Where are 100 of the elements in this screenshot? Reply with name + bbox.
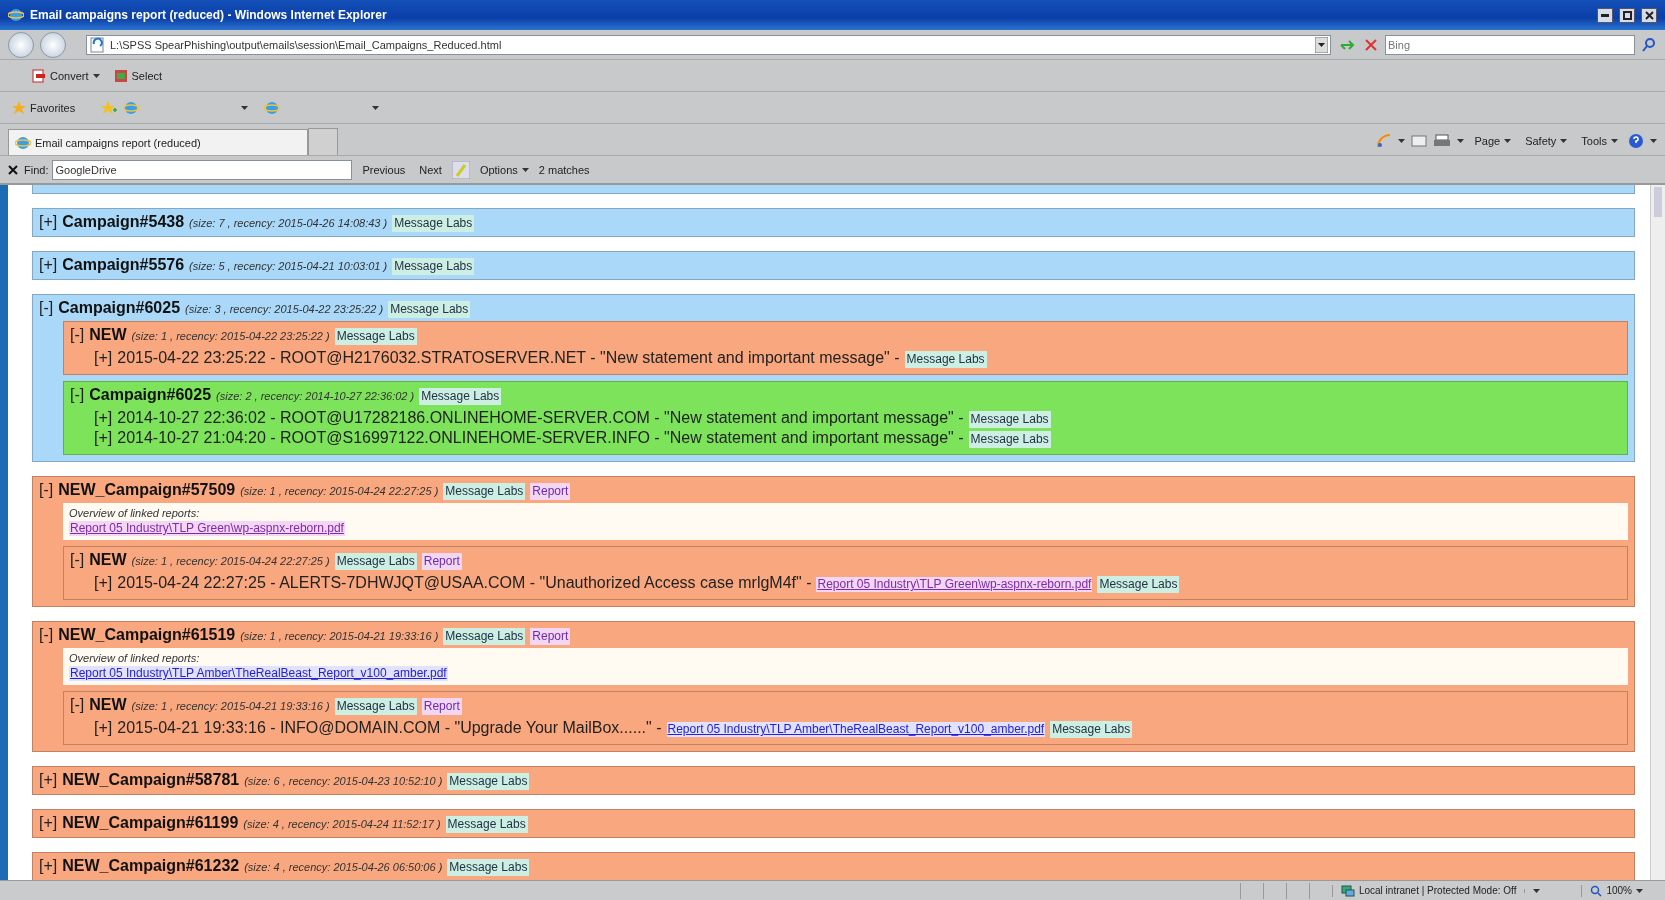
find-button[interactable]: Previous <box>358 161 410 178</box>
expand-toggle[interactable]: [-] <box>70 385 85 405</box>
scrollbar[interactable] <box>1650 185 1665 880</box>
campaign-meta: (size: 4 , recency: 2015-04-24 11:52:17 ) <box>243 817 441 832</box>
options-button[interactable]: Options <box>475 161 533 178</box>
find-field[interactable]: GoogleDrive <box>52 159 353 180</box>
toolbar-button[interactable]: Select <box>109 66 167 85</box>
minimize-button[interactable] <box>1597 7 1613 23</box>
source-tag[interactable]: Report <box>530 483 571 500</box>
source-tag[interactable]: Message Labs <box>392 258 475 275</box>
expand-toggle[interactable]: [+] <box>94 718 113 737</box>
expand-toggle[interactable]: [+] <box>94 408 113 427</box>
message-line: 2014-10-27 22:36:02 - ROOT@U17282186.ONLINEHOME-SERVER.COM - "New statement and important message" - <box>117 408 964 427</box>
globe-icon <box>8 7 24 23</box>
expand-toggle[interactable]: [-] <box>70 550 85 570</box>
source-tag[interactable]: Message Labs <box>447 859 530 876</box>
caret-icon <box>1611 139 1618 143</box>
source-tag[interactable]: Report <box>421 553 462 570</box>
source-tag[interactable]: Message Labs <box>419 388 502 405</box>
caret-icon <box>1636 888 1643 893</box>
campaign-meta: (size: 4 , recency: 2015-04-26 06:50:06 ) <box>244 860 443 875</box>
source-tag[interactable]: Message Labs <box>445 816 528 833</box>
report-link[interactable]: Report 05 Industry\TLP Green\wp-aspnx-reborn.pdf <box>69 521 345 536</box>
new-tab-button[interactable] <box>308 128 338 155</box>
stop-icon[interactable] <box>1363 36 1379 53</box>
caret-icon <box>1457 139 1465 143</box>
message-line: 2015-04-21 19:33:16 - INFO@DOMAIN.COM - "Upgrade Your MailBox......" - <box>117 718 662 737</box>
zoom-button[interactable]: 100% <box>1581 884 1651 897</box>
message-line: 2015-04-22 23:25:22 - ROOT@H2176032.STRATOSERVER.NET - "New statement and important message" - <box>117 348 900 367</box>
caret-icon <box>372 105 380 110</box>
menu-button[interactable]: Tools <box>1577 133 1622 149</box>
dropdown-icon[interactable] <box>1315 36 1328 53</box>
expand-toggle[interactable]: [+] <box>39 770 58 790</box>
toolbar-button[interactable]: Convert <box>28 66 104 85</box>
page-icon <box>89 36 105 53</box>
source-tag[interactable]: Message Labs <box>334 553 417 570</box>
campaign-name: Campaign#5576 <box>62 255 185 275</box>
source-tag[interactable]: Report <box>530 628 571 645</box>
minimize-icon <box>1601 13 1609 17</box>
campaign-name: Campaign#6025 <box>58 298 181 318</box>
source-tag[interactable]: Message Labs <box>968 411 1051 428</box>
expand-toggle[interactable]: [+] <box>94 428 113 447</box>
source-tag[interactable]: Message Labs <box>443 628 526 645</box>
source-tag[interactable]: Message Labs <box>904 351 987 368</box>
source-tag[interactable]: Message Labs <box>392 215 475 232</box>
expand-toggle[interactable]: [-] <box>39 480 54 500</box>
find-label: Find: <box>24 163 49 176</box>
source-tag[interactable]: Message Labs <box>334 698 417 715</box>
source-tag[interactable]: Message Labs <box>388 301 471 318</box>
expand-toggle[interactable]: [-] <box>70 325 85 345</box>
campaign-meta: (size: 1 , recency: 2015-04-24 22:27:25 ) <box>240 484 439 499</box>
close-button[interactable] <box>1641 7 1657 23</box>
star-icon[interactable] <box>101 100 118 115</box>
document-icon <box>32 68 46 83</box>
source-tag[interactable]: Message Labs <box>334 328 417 345</box>
source-tag[interactable]: Report <box>421 698 462 715</box>
caret-icon <box>1560 139 1568 143</box>
source-tag[interactable]: Message Labs <box>968 431 1051 448</box>
expand-toggle[interactable]: [+] <box>39 856 58 876</box>
expand-toggle[interactable]: [-] <box>39 625 54 645</box>
search-field[interactable]: Bing <box>1385 34 1635 55</box>
campaign-meta: (size: 5 , recency: 2015-04-21 10:03:01 ) <box>189 259 388 274</box>
mail-icon[interactable] <box>1411 134 1428 148</box>
campaign-name: NEW_Campaign#61199 <box>62 813 239 833</box>
campaign-meta: (size: 2 , recency: 2014-10-27 22:36:02 ) <box>216 389 415 404</box>
source-tag[interactable]: Message Labs <box>1050 721 1133 738</box>
expand-toggle[interactable]: [+] <box>94 573 113 592</box>
source-tag[interactable]: Message Labs <box>447 773 530 790</box>
find-button[interactable]: Next <box>415 161 446 178</box>
report-link[interactable]: Report 05 Industry\TLP Amber\TheRealBeast_Report_v100_amber.pdf <box>69 666 448 681</box>
campaign-meta: (size: 1 , recency: 2015-04-24 22:27:25 ) <box>131 554 330 569</box>
print-icon[interactable] <box>1433 134 1452 148</box>
expand-toggle[interactable]: [-] <box>70 695 85 715</box>
campaign-name: NEW_Campaign#58781 <box>62 770 240 790</box>
campaign-name: NEW_Campaign#61232 <box>62 856 240 876</box>
menu-button[interactable]: Page <box>1470 133 1516 149</box>
feed-icon[interactable] <box>1376 133 1393 149</box>
report-link[interactable]: Report 05 Industry\TLP Amber\TheRealBeast_Report_v100_amber.pdf <box>666 722 1046 737</box>
favorites-button[interactable]: Favorites <box>8 98 80 117</box>
expand-toggle[interactable]: [+] <box>94 348 113 367</box>
report-link[interactable]: Report 05 Industry\TLP Green\wp-aspnx-reborn.pdf <box>816 577 1093 592</box>
caret-icon <box>1504 139 1512 143</box>
restore-button[interactable] <box>1619 7 1635 23</box>
forward-button[interactable] <box>40 31 66 58</box>
source-tag[interactable]: Message Labs <box>1097 576 1180 593</box>
expand-toggle[interactable]: [+] <box>39 813 58 833</box>
expand-toggle[interactable]: [-] <box>39 298 54 318</box>
browser-tab[interactable]: Email campaigns report (reduced) <box>8 129 308 155</box>
campaign-meta: (size: 1 , recency: 2015-04-21 19:33:16 ) <box>240 629 439 644</box>
source-tag[interactable]: Message Labs <box>443 483 526 500</box>
search-icon[interactable] <box>1641 36 1657 53</box>
menu-button[interactable]: Safety <box>1521 133 1572 149</box>
close-icon[interactable] <box>8 164 18 175</box>
back-button[interactable] <box>8 31 34 58</box>
selection-icon <box>113 68 128 83</box>
campaign-name: Campaign#6025 <box>89 385 212 405</box>
help-icon[interactable] <box>1628 133 1644 149</box>
globe-icon <box>15 134 31 151</box>
expand-toggle[interactable]: [+] <box>39 212 58 232</box>
expand-toggle[interactable]: [+] <box>39 255 58 275</box>
